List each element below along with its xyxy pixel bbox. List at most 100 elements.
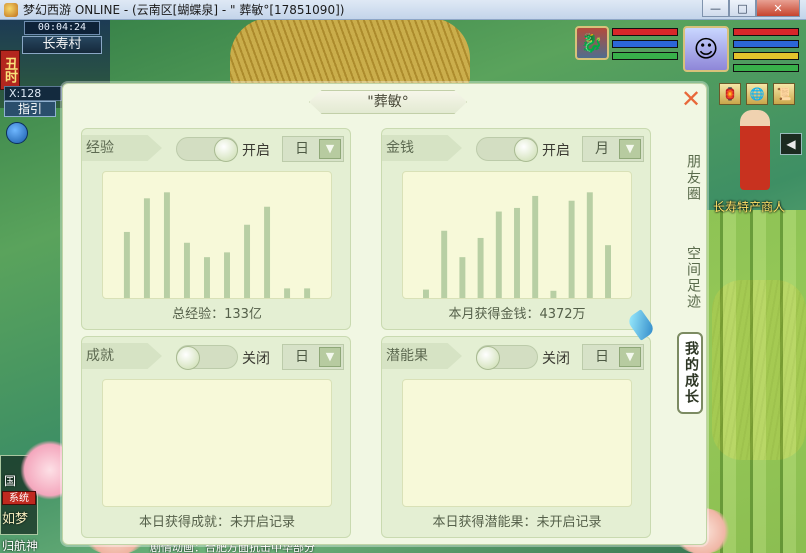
npc-figure[interactable] — [740, 110, 770, 190]
player-hp-bar — [733, 28, 799, 36]
scroll-icon[interactable]: 📜 — [773, 83, 795, 105]
record-toggle[interactable] — [476, 137, 538, 162]
system-channel-tag[interactable]: 系统 — [2, 491, 36, 505]
record-toggle[interactable] — [176, 137, 238, 162]
game-clock: 00:04:24 — [24, 21, 100, 35]
close-icon[interactable]: ✕ — [680, 87, 702, 111]
tab-friends-circle[interactable]: 朋友圈 — [677, 148, 703, 208]
pet-exp-bar — [612, 52, 678, 60]
chart-bar — [204, 257, 210, 298]
chart-bar — [123, 231, 130, 298]
chart-bar — [550, 290, 557, 298]
toggle-knob[interactable] — [476, 346, 500, 370]
chart-bar — [423, 289, 429, 298]
chart-bar — [284, 288, 291, 298]
toggle-knob[interactable] — [176, 346, 200, 370]
player-anger-bar — [733, 52, 799, 60]
card-experience: 经验 开启 日 ▼ 总经验：133亿 — [81, 128, 351, 330]
card-achievement: 成就 关闭 日 ▼ 本日获得成就：未开启记录 — [81, 336, 351, 538]
chevron-down-icon[interactable]: ▼ — [619, 139, 641, 159]
bar-chart — [403, 380, 631, 506]
app-icon — [4, 2, 18, 17]
map-location[interactable]: 长寿村 — [22, 36, 102, 54]
chart-bar — [224, 252, 230, 298]
coordinate-readout: X:128 — [4, 86, 62, 101]
period-value: 日 — [595, 349, 609, 365]
period-select[interactable]: 日 ▼ — [282, 344, 344, 370]
player-portrait[interactable]: ☺ — [683, 26, 729, 72]
player-mp-bar — [733, 40, 799, 48]
shichen-indicator: 丑时 — [0, 50, 20, 90]
minimize-button[interactable]: — — [702, 0, 729, 17]
period-select[interactable]: 日 ▼ — [282, 136, 344, 162]
chart-bar — [586, 192, 593, 298]
maximize-button[interactable]: □ — [729, 0, 756, 17]
chevron-down-icon[interactable]: ▼ — [619, 347, 641, 367]
chart-bar — [568, 200, 575, 298]
window-title: 梦幻西游 ONLINE - (云南区[蝴蝶泉] - " 葬敏°[17851090… — [23, 3, 345, 17]
chevron-down-icon[interactable]: ▼ — [319, 347, 341, 367]
chart-area — [402, 379, 632, 507]
scene-straw-roof — [230, 18, 470, 88]
chart-bar — [495, 211, 502, 298]
window-title-bar[interactable]: 梦幻西游 ONLINE - (云南区[蝴蝶泉] - " 葬敏°[17851090… — [0, 0, 806, 20]
bar-chart — [423, 192, 611, 298]
chart-bar — [477, 237, 484, 298]
globe-menu-icon[interactable]: 🌐 — [746, 83, 768, 105]
panel-title: "葬敏° — [309, 90, 467, 114]
npc-name-label: 长寿特产商人 — [713, 200, 786, 214]
chart-bar — [244, 224, 251, 298]
pet-mp-bar — [612, 40, 678, 48]
card-tag: 经验 — [82, 135, 162, 161]
tab-space-footprints[interactable]: 空间足迹 — [677, 238, 703, 318]
toggle-label: 开启 — [242, 143, 270, 159]
chat-line: 归航神 — [2, 539, 39, 553]
guide-button[interactable]: 指引 — [4, 101, 56, 117]
chart-bar — [163, 192, 170, 298]
collapse-arrow-icon[interactable]: ◀ — [780, 133, 802, 155]
period-select[interactable]: 日 ▼ — [582, 344, 644, 370]
world-channel-tab[interactable]: 国 — [4, 472, 16, 489]
chart-bar — [532, 195, 539, 298]
growth-panel: "葬敏° ✕ 经验 开启 日 ▼ 总经验：133亿 金钱 开启 月 ▼ 本月获得… — [62, 83, 707, 545]
toggle-knob[interactable] — [514, 138, 538, 162]
tab-my-growth[interactable]: 我的成长 — [677, 332, 703, 414]
card-caption: 本月获得金钱：4372万 — [448, 307, 586, 322]
card-caption: 本日获得成就：未开启记录 — [138, 515, 295, 530]
chart-area — [102, 379, 332, 507]
card-potential-fruit: 潜能果 关闭 日 ▼ 本日获得潜能果：未开启记录 — [381, 336, 651, 538]
pet-portrait[interactable]: 🐉 — [575, 26, 609, 60]
toggle-knob[interactable] — [214, 138, 238, 162]
period-value: 日 — [295, 141, 309, 157]
chart-bar — [183, 242, 190, 298]
chart-bar — [459, 257, 466, 298]
chart-bar — [441, 230, 448, 298]
period-value: 日 — [295, 349, 309, 365]
window-close-button[interactable]: ✕ — [756, 0, 800, 17]
pet-hp-bar — [612, 28, 678, 36]
period-select[interactable]: 月 ▼ — [582, 136, 644, 162]
chart-bar — [264, 206, 271, 298]
player-face-icon: ☺ — [693, 35, 719, 63]
period-value: 月 — [595, 141, 609, 157]
chart-bar — [605, 245, 611, 298]
chevron-down-icon[interactable]: ▼ — [319, 139, 341, 159]
card-caption: 本日获得潜能果：未开启记录 — [432, 515, 602, 530]
chart-bar — [304, 288, 311, 298]
card-tag: 成就 — [82, 343, 162, 369]
chart-bar — [143, 198, 150, 298]
record-toggle[interactable] — [476, 345, 538, 370]
bar-chart — [103, 380, 331, 506]
chart-area — [402, 171, 632, 299]
record-toggle[interactable] — [176, 345, 238, 370]
lantern-icon[interactable]: 🏮 — [719, 83, 741, 105]
toggle-label: 关闭 — [242, 351, 270, 367]
chart-bar — [514, 207, 520, 298]
pet-face-icon: 🐉 — [580, 32, 604, 54]
chart-area — [102, 171, 332, 299]
card-caption: 总经验：133亿 — [172, 307, 262, 322]
bar-chart — [123, 192, 311, 298]
card-tag: 金钱 — [382, 135, 462, 161]
globe-icon[interactable] — [6, 122, 28, 144]
player-exp-bar — [733, 64, 799, 72]
